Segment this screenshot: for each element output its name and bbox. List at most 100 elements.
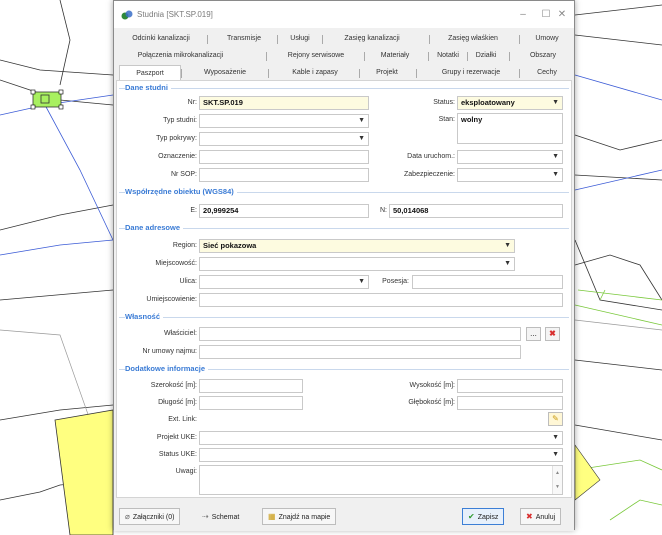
tab-cechy[interactable]: Cechy: [522, 65, 572, 81]
section-wlasnosc: Własność: [125, 312, 164, 321]
section-dane-studni: Dane studni: [125, 83, 171, 92]
clear-owner-button[interactable]: ✖: [545, 327, 560, 341]
tab-materialy[interactable]: Materiały: [370, 48, 420, 64]
close-button[interactable]: ✕: [550, 6, 574, 23]
tab-separator: [181, 69, 182, 78]
attachments-label: Załączniki (0): [132, 514, 175, 521]
data-uruchom-select[interactable]: ▼: [457, 150, 563, 164]
minimize-button[interactable]: –: [510, 6, 536, 23]
tab-zasieg-wlokien[interactable]: Zasięg właśkien: [432, 31, 514, 47]
section-dodatkowe: Dodatkowe informacje: [125, 364, 209, 373]
tab-dzialki[interactable]: Działki: [469, 48, 503, 64]
nr-umowy-label: Nr umowy najmu:: [142, 348, 197, 355]
uwagi-textarea[interactable]: ▲ ▼: [199, 465, 563, 495]
tab-separator: [416, 69, 417, 78]
oznaczenie-label: Oznaczenie:: [158, 153, 197, 160]
tab-umowy[interactable]: Umowy: [522, 31, 572, 47]
wysokosc-field[interactable]: [457, 379, 563, 393]
tab-row-2: Połączenia mikrokanalizacji Rejony serwi…: [114, 48, 574, 64]
edit-link-button[interactable]: ✎: [548, 412, 563, 426]
nr-sop-field[interactable]: [199, 168, 369, 182]
schema-icon: ⇢: [202, 512, 209, 521]
tab-separator: [359, 69, 360, 78]
tab-obszary[interactable]: Obszary: [518, 48, 568, 64]
status-select[interactable]: eksploatowany ▼: [457, 96, 563, 110]
tab-odcinki-kanalizacji[interactable]: Odcinki kanalizacji: [118, 31, 204, 47]
chevron-down-icon: ▼: [358, 135, 365, 142]
zabezpieczenie-select[interactable]: ▼: [457, 168, 563, 182]
section-dane-adresowe: Dane adresowe: [125, 223, 184, 232]
typ-pokrywy-select[interactable]: ▼: [199, 132, 369, 146]
chevron-down-icon: ▼: [358, 117, 365, 124]
dlugosc-label: Długość [m]:: [158, 399, 197, 406]
stan-label: Stan:: [438, 116, 455, 123]
chevron-down-icon: ▼: [504, 260, 511, 267]
projekt-uke-select[interactable]: ▼: [199, 431, 563, 445]
schema-button[interactable]: ⇢ Schemat: [196, 508, 245, 525]
chevron-down-icon: ▼: [358, 278, 365, 285]
tab-grupy-i-rezerwacje[interactable]: Grupy i rezerwacje: [420, 65, 522, 81]
tab-notatki[interactable]: Notatki: [430, 48, 466, 64]
scroll-down-icon[interactable]: ▼: [555, 481, 560, 493]
tab-separator: [322, 35, 323, 44]
checkmark-icon: ✔: [468, 512, 475, 521]
n-coordinate-field[interactable]: 50,014068: [389, 204, 563, 218]
wlasciciel-field[interactable]: [199, 327, 521, 341]
selected-manhole-marker: [30, 89, 64, 110]
chevron-down-icon: ▼: [552, 99, 559, 106]
cancel-button[interactable]: ✖ Anuluj: [520, 508, 562, 525]
status-uke-label: Status UKE:: [158, 451, 197, 458]
tab-transmisje[interactable]: Transmisje: [210, 31, 278, 47]
tab-uslugi[interactable]: Usługi: [280, 31, 320, 47]
e-label: E:: [190, 207, 197, 214]
wlasciciel-label: Właściciel:: [163, 330, 197, 337]
find-on-map-button[interactable]: ▦ Znajdź na mapie: [262, 508, 337, 525]
posesja-field[interactable]: [412, 275, 563, 289]
uwagi-label: Uwagi:: [175, 468, 197, 475]
section-divider: [119, 228, 569, 229]
stan-field[interactable]: wolny: [457, 113, 563, 144]
uwagi-scrollbar[interactable]: ▲ ▼: [552, 466, 562, 494]
tab-separator: [428, 52, 429, 61]
zabezpieczenie-label: Zabezpieczenie:: [404, 171, 455, 178]
miejscowosc-select[interactable]: ▼: [199, 257, 515, 271]
ext-link-label: Ext. Link:: [168, 416, 197, 423]
n-label: N:: [380, 207, 387, 214]
browse-owner-button[interactable]: ...: [526, 327, 541, 341]
tab-wyposazenie[interactable]: Wyposażenie: [184, 65, 266, 81]
nr-umowy-field[interactable]: [199, 345, 521, 359]
section-divider: [119, 88, 569, 89]
tab-kable-i-zapasy[interactable]: Kable i zapasy: [272, 65, 358, 81]
typ-studni-select[interactable]: ▼: [199, 114, 369, 128]
e-coordinate-field[interactable]: 20,999254: [199, 204, 369, 218]
nr-field[interactable]: SKT.SP.019: [199, 96, 369, 110]
status-uke-select[interactable]: ▼: [199, 448, 563, 462]
tab-zasieg-kanalizacji[interactable]: Zasięg kanalizacji: [326, 31, 418, 47]
szerokosc-label: Szerokość [m]:: [150, 382, 197, 389]
tab-paszport[interactable]: Paszport: [119, 65, 181, 81]
szerokosc-field[interactable]: [199, 379, 303, 393]
bottom-toolbar: ⌀ Załączniki (0) ⇢ Schemat ▦ Znajdź na mapi…: [114, 501, 574, 531]
scroll-up-icon[interactable]: ▲: [555, 467, 560, 479]
tab-separator: [519, 69, 520, 78]
tab-polaczenia-mikrokanalizacji[interactable]: Połączenia mikrokanalizacji: [118, 48, 243, 64]
projekt-uke-label: Projekt UKE:: [156, 434, 197, 441]
section-wspolrzedne: Współrzędne obiektu (WGS84): [125, 187, 237, 196]
umiejscowienie-field[interactable]: [199, 293, 563, 307]
region-label: Region:: [172, 242, 197, 249]
ulica-select[interactable]: ▼: [199, 275, 369, 289]
tab-row-3: Paszport Wyposażenie Kable i zapasy Proj…: [114, 65, 574, 81]
tab-rejony-serwisowe[interactable]: Rejony serwisowe: [274, 48, 358, 64]
wysokosc-label: Wysokość [m]:: [409, 382, 455, 389]
region-select[interactable]: Sieć pokazowa ▼: [199, 239, 515, 253]
tab-projekt[interactable]: Projekt: [362, 65, 412, 81]
delete-icon: ✖: [549, 329, 556, 338]
glebokosc-field[interactable]: [457, 396, 563, 410]
pencil-icon: ✎: [552, 414, 559, 423]
title-bar[interactable]: Studnia [SKT.SP.019] – ☐ ✕: [114, 1, 574, 28]
ulica-label: Ulica:: [179, 278, 197, 285]
save-button[interactable]: ✔ Zapisz: [462, 508, 505, 525]
oznaczenie-field[interactable]: [199, 150, 369, 164]
dlugosc-field[interactable]: [199, 396, 303, 410]
attachments-button[interactable]: ⌀ Załączniki (0): [119, 508, 181, 525]
